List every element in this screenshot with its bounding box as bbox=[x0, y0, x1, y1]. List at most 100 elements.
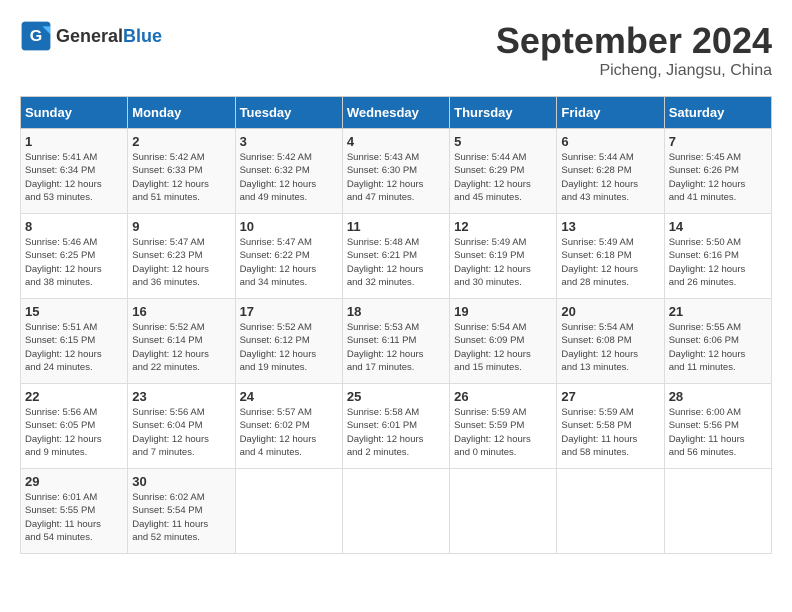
cell-content: Sunrise: 5:54 AM Sunset: 6:08 PM Dayligh… bbox=[561, 321, 659, 374]
cell-content: Sunrise: 5:47 AM Sunset: 6:23 PM Dayligh… bbox=[132, 236, 230, 289]
cell-content: Sunrise: 5:42 AM Sunset: 6:33 PM Dayligh… bbox=[132, 151, 230, 204]
day-number: 2 bbox=[132, 134, 230, 149]
cell-content: Sunrise: 5:55 AM Sunset: 6:06 PM Dayligh… bbox=[669, 321, 767, 374]
location: Picheng, Jiangsu, China bbox=[496, 62, 772, 80]
day-number: 29 bbox=[25, 474, 123, 489]
calendar-cell: 12 Sunrise: 5:49 AM Sunset: 6:19 PM Dayli… bbox=[450, 214, 557, 299]
cell-content: Sunrise: 6:01 AM Sunset: 5:55 PM Dayligh… bbox=[25, 491, 123, 544]
day-number: 8 bbox=[25, 219, 123, 234]
cell-content: Sunrise: 5:49 AM Sunset: 6:19 PM Dayligh… bbox=[454, 236, 552, 289]
day-number: 9 bbox=[132, 219, 230, 234]
cell-content: Sunrise: 5:52 AM Sunset: 6:12 PM Dayligh… bbox=[240, 321, 338, 374]
logo: G GeneralBlue bbox=[20, 20, 162, 52]
cell-content: Sunrise: 5:56 AM Sunset: 6:04 PM Dayligh… bbox=[132, 406, 230, 459]
day-number: 27 bbox=[561, 389, 659, 404]
day-number: 23 bbox=[132, 389, 230, 404]
calendar-cell: 27 Sunrise: 5:59 AM Sunset: 5:58 PM Dayli… bbox=[557, 384, 664, 469]
cell-content: Sunrise: 5:50 AM Sunset: 6:16 PM Dayligh… bbox=[669, 236, 767, 289]
month-title: September 2024 bbox=[496, 20, 772, 62]
calendar-cell: 11Sunrise: 5:48 AM Sunset: 6:21 PM Dayli… bbox=[342, 214, 449, 299]
calendar-cell: 2 Sunrise: 5:42 AM Sunset: 6:33 PM Daylig… bbox=[128, 129, 235, 214]
cell-content: Sunrise: 5:59 AM Sunset: 5:58 PM Dayligh… bbox=[561, 406, 659, 459]
day-number: 16 bbox=[132, 304, 230, 319]
header-thursday: Thursday bbox=[450, 97, 557, 129]
calendar-cell: 25 Sunrise: 5:58 AM Sunset: 6:01 PM Dayli… bbox=[342, 384, 449, 469]
calendar-cell: 9 Sunrise: 5:47 AM Sunset: 6:23 PM Daylig… bbox=[128, 214, 235, 299]
cell-content: Sunrise: 5:53 AM Sunset: 6:11 PM Dayligh… bbox=[347, 321, 445, 374]
calendar-cell: 15 Sunrise: 5:51 AM Sunset: 6:15 PM Dayli… bbox=[21, 299, 128, 384]
calendar-cell: 29 Sunrise: 6:01 AM Sunset: 5:55 PM Dayli… bbox=[21, 469, 128, 554]
calendar-cell bbox=[664, 469, 771, 554]
header-sunday: Sunday bbox=[21, 97, 128, 129]
calendar-header-row: SundayMondayTuesdayWednesdayThursdayFrid… bbox=[21, 97, 772, 129]
calendar-cell: 24 Sunrise: 5:57 AM Sunset: 6:02 PM Dayli… bbox=[235, 384, 342, 469]
calendar-week-row: 29 Sunrise: 6:01 AM Sunset: 5:55 PM Dayli… bbox=[21, 469, 772, 554]
day-number: 5 bbox=[454, 134, 552, 149]
calendar-week-row: 15 Sunrise: 5:51 AM Sunset: 6:15 PM Dayli… bbox=[21, 299, 772, 384]
day-number: 15 bbox=[25, 304, 123, 319]
cell-content: Sunrise: 5:52 AM Sunset: 6:14 PM Dayligh… bbox=[132, 321, 230, 374]
svg-text:G: G bbox=[30, 28, 42, 45]
day-number: 11 bbox=[347, 219, 445, 234]
day-number: 12 bbox=[454, 219, 552, 234]
cell-content: Sunrise: 5:51 AM Sunset: 6:15 PM Dayligh… bbox=[25, 321, 123, 374]
calendar-cell: 21 Sunrise: 5:55 AM Sunset: 6:06 PM Dayli… bbox=[664, 299, 771, 384]
header-monday: Monday bbox=[128, 97, 235, 129]
day-number: 22 bbox=[25, 389, 123, 404]
calendar-cell: 28Sunrise: 6:00 AM Sunset: 5:56 PM Dayli… bbox=[664, 384, 771, 469]
calendar-cell bbox=[342, 469, 449, 554]
calendar-cell bbox=[235, 469, 342, 554]
cell-content: Sunrise: 5:45 AM Sunset: 6:26 PM Dayligh… bbox=[669, 151, 767, 204]
calendar-week-row: 22Sunrise: 5:56 AM Sunset: 6:05 PM Dayli… bbox=[21, 384, 772, 469]
logo-text: GeneralBlue bbox=[56, 26, 162, 46]
page-header: G GeneralBlue September 2024 Picheng, Ji… bbox=[20, 20, 772, 80]
day-number: 21 bbox=[669, 304, 767, 319]
cell-content: Sunrise: 5:47 AM Sunset: 6:22 PM Dayligh… bbox=[240, 236, 338, 289]
calendar-cell bbox=[450, 469, 557, 554]
calendar-cell: 6Sunrise: 5:44 AM Sunset: 6:28 PM Daylig… bbox=[557, 129, 664, 214]
calendar-cell: 1 Sunrise: 5:41 AM Sunset: 6:34 PM Daylig… bbox=[21, 129, 128, 214]
header-tuesday: Tuesday bbox=[235, 97, 342, 129]
day-number: 14 bbox=[669, 219, 767, 234]
day-number: 26 bbox=[454, 389, 552, 404]
calendar-cell: 4 Sunrise: 5:43 AM Sunset: 6:30 PM Daylig… bbox=[342, 129, 449, 214]
cell-content: Sunrise: 5:54 AM Sunset: 6:09 PM Dayligh… bbox=[454, 321, 552, 374]
day-number: 10 bbox=[240, 219, 338, 234]
day-number: 24 bbox=[240, 389, 338, 404]
cell-content: Sunrise: 5:49 AM Sunset: 6:18 PM Dayligh… bbox=[561, 236, 659, 289]
header-friday: Friday bbox=[557, 97, 664, 129]
cell-content: Sunrise: 5:57 AM Sunset: 6:02 PM Dayligh… bbox=[240, 406, 338, 459]
cell-content: Sunrise: 5:44 AM Sunset: 6:28 PM Dayligh… bbox=[561, 151, 659, 204]
day-number: 1 bbox=[25, 134, 123, 149]
calendar-cell: 26 Sunrise: 5:59 AM Sunset: 5:59 PM Dayli… bbox=[450, 384, 557, 469]
calendar-cell: 20Sunrise: 5:54 AM Sunset: 6:08 PM Dayli… bbox=[557, 299, 664, 384]
cell-content: Sunrise: 5:59 AM Sunset: 5:59 PM Dayligh… bbox=[454, 406, 552, 459]
calendar-cell: 3 Sunrise: 5:42 AM Sunset: 6:32 PM Daylig… bbox=[235, 129, 342, 214]
day-number: 3 bbox=[240, 134, 338, 149]
cell-content: Sunrise: 5:46 AM Sunset: 6:25 PM Dayligh… bbox=[25, 236, 123, 289]
day-number: 25 bbox=[347, 389, 445, 404]
header-wednesday: Wednesday bbox=[342, 97, 449, 129]
cell-content: Sunrise: 5:43 AM Sunset: 6:30 PM Dayligh… bbox=[347, 151, 445, 204]
calendar-table: SundayMondayTuesdayWednesdayThursdayFrid… bbox=[20, 96, 772, 554]
day-number: 17 bbox=[240, 304, 338, 319]
cell-content: Sunrise: 5:58 AM Sunset: 6:01 PM Dayligh… bbox=[347, 406, 445, 459]
calendar-cell: 22Sunrise: 5:56 AM Sunset: 6:05 PM Dayli… bbox=[21, 384, 128, 469]
calendar-cell bbox=[557, 469, 664, 554]
calendar-cell: 17 Sunrise: 5:52 AM Sunset: 6:12 PM Dayli… bbox=[235, 299, 342, 384]
calendar-week-row: 8 Sunrise: 5:46 AM Sunset: 6:25 PM Daylig… bbox=[21, 214, 772, 299]
day-number: 28 bbox=[669, 389, 767, 404]
calendar-cell: 8 Sunrise: 5:46 AM Sunset: 6:25 PM Daylig… bbox=[21, 214, 128, 299]
calendar-cell: 10 Sunrise: 5:47 AM Sunset: 6:22 PM Dayli… bbox=[235, 214, 342, 299]
day-number: 4 bbox=[347, 134, 445, 149]
cell-content: Sunrise: 5:42 AM Sunset: 6:32 PM Dayligh… bbox=[240, 151, 338, 204]
cell-content: Sunrise: 6:02 AM Sunset: 5:54 PM Dayligh… bbox=[132, 491, 230, 544]
day-number: 18 bbox=[347, 304, 445, 319]
day-number: 19 bbox=[454, 304, 552, 319]
cell-content: Sunrise: 5:44 AM Sunset: 6:29 PM Dayligh… bbox=[454, 151, 552, 204]
calendar-cell: 14 Sunrise: 5:50 AM Sunset: 6:16 PM Dayli… bbox=[664, 214, 771, 299]
cell-content: Sunrise: 5:41 AM Sunset: 6:34 PM Dayligh… bbox=[25, 151, 123, 204]
day-number: 30 bbox=[132, 474, 230, 489]
calendar-cell: 23 Sunrise: 5:56 AM Sunset: 6:04 PM Dayli… bbox=[128, 384, 235, 469]
calendar-cell: 5 Sunrise: 5:44 AM Sunset: 6:29 PM Daylig… bbox=[450, 129, 557, 214]
